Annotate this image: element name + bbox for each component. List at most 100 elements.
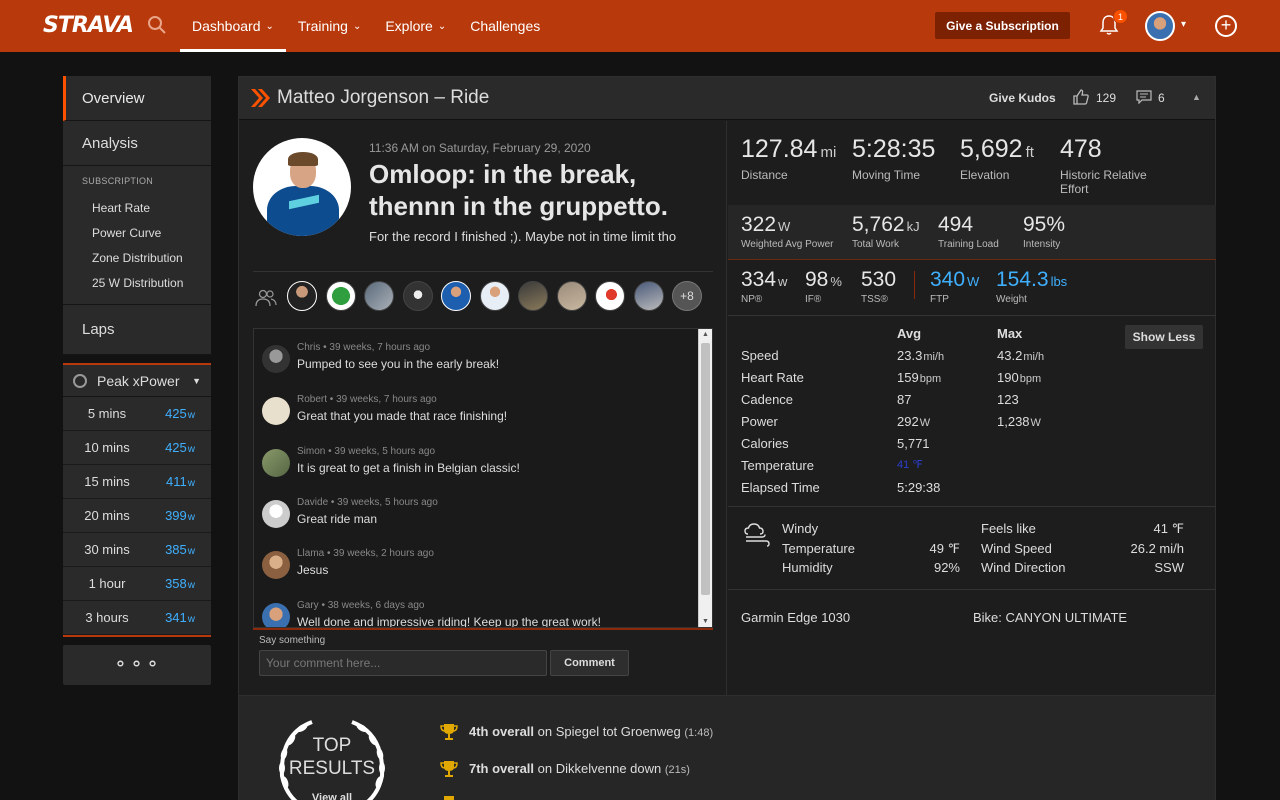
scroll-down-icon[interactable]: ▼ — [702, 618, 709, 625]
sidebar-item-analysis[interactable]: Analysis — [63, 121, 211, 166]
athlete-avatar[interactable] — [253, 138, 351, 236]
commenter-avatar[interactable] — [262, 449, 290, 477]
chevron-down-icon: ⌄ — [352, 20, 362, 32]
stat-relative-effort[interactable]: 478 Historic Relative Effort — [1060, 135, 1170, 196]
commenter-avatar[interactable] — [262, 397, 290, 425]
comment-item: Davide • 39 weeks, 5 hours ago Great rid… — [262, 494, 692, 534]
table-row: Power 292W 1,238W — [741, 414, 1041, 429]
notification-badge: 1 — [1113, 9, 1128, 24]
comments-list[interactable]: Chris • 39 weeks, 7 hours ago Pumped to … — [253, 328, 713, 628]
activity-panel: Matteo Jorgenson – Ride Give Kudos 129 6… — [238, 76, 1216, 800]
sidebar-item-laps[interactable]: Laps — [63, 305, 211, 355]
comment-button[interactable]: Comment — [550, 650, 629, 676]
bike-name[interactable]: Bike: CANYON ULTIMATE — [973, 610, 1127, 625]
table-row: Speed 23.3mi/h 43.2mi/h — [741, 348, 1045, 363]
peak-row: 30 mins 385w — [63, 533, 211, 567]
rider-avatar[interactable] — [633, 281, 664, 311]
rider-avatar[interactable] — [287, 281, 317, 311]
sidebar-item-overview[interactable]: Overview — [63, 76, 211, 121]
commenter-avatar[interactable] — [262, 500, 290, 528]
plus-icon[interactable]: + — [1215, 15, 1237, 37]
show-less-button[interactable]: Show Less — [1125, 325, 1203, 349]
peak-row: 15 mins 411w — [63, 465, 211, 499]
peak-duration: 30 mins — [84, 542, 130, 557]
achievement-item[interactable]: 7th overall on Dikkelvenne down (21s) — [469, 761, 690, 776]
rider-avatar[interactable] — [518, 281, 548, 311]
weather-feels-like-value: 41 ℉ — [1153, 521, 1184, 536]
rider-avatar[interactable] — [441, 281, 471, 311]
comment-input[interactable] — [259, 650, 547, 676]
divider — [253, 628, 713, 630]
trophy-icon — [440, 761, 458, 777]
user-avatar[interactable] — [1145, 11, 1175, 41]
kudos-count[interactable]: 129 — [1096, 91, 1116, 105]
nav-training-label: Training — [297, 18, 348, 34]
rider-avatar[interactable] — [479, 281, 510, 311]
stat-np: 334 w NP® — [741, 268, 788, 305]
sidebar-item-25w-distribution[interactable]: 25 W Distribution — [63, 271, 211, 296]
comment-text: Great ride man — [297, 512, 378, 526]
sidebar-item-power-curve[interactable]: Power Curve — [63, 221, 211, 246]
view-all-link[interactable]: View all — [284, 792, 380, 800]
collapse-icon[interactable]: ▲ — [1192, 92, 1201, 102]
comment-meta: Chris • 39 weeks, 7 hours ago — [297, 342, 431, 353]
scroll-up-icon[interactable]: ▲ — [702, 331, 709, 338]
more-riders-button[interactable]: +8 — [672, 281, 702, 311]
nav-explore[interactable]: Explore ⌄ — [373, 0, 458, 52]
peak-duration: 1 hour — [88, 576, 126, 591]
comment-item: Robert • 39 weeks, 7 hours ago Great tha… — [262, 391, 692, 431]
commenter-avatar[interactable] — [262, 551, 290, 579]
table-row: Temperature 41 ℉ — [741, 458, 923, 473]
comment-text: It is great to get a finish in Belgian c… — [297, 461, 520, 475]
give-kudos-button[interactable]: Give Kudos — [989, 91, 1056, 105]
comment-count[interactable]: 6 — [1158, 91, 1165, 105]
comment-text: Well done and impressive riding! Keep up… — [297, 615, 601, 628]
comment-text: Jesus — [297, 563, 329, 577]
more-options-button[interactable]: ⚬⚬⚬ — [63, 645, 211, 685]
nav-challenges[interactable]: Challenges — [458, 0, 552, 52]
power-meter-icon — [73, 373, 87, 388]
peak-xpower-dropdown[interactable]: Peak xPower ▼ — [63, 365, 211, 397]
device-name: Garmin Edge 1030 — [741, 610, 851, 625]
commenter-avatar[interactable] — [262, 345, 290, 373]
rider-avatar[interactable] — [402, 281, 433, 311]
stat-weight: 154.3 lbs Weight — [996, 268, 1068, 305]
chevron-down-icon: ⌄ — [437, 20, 447, 32]
scrollbar-thumb[interactable] — [701, 343, 710, 595]
comment-meta: Gary • 38 weeks, 6 days ago — [297, 600, 425, 611]
peak-value: 358w — [165, 576, 195, 591]
rider-avatar[interactable] — [364, 281, 394, 311]
weather-wind-speed-label: Wind Speed — [981, 541, 1052, 556]
achievement-item[interactable]: 4th overall on Spiegel tot Groenweg (1:4… — [469, 724, 713, 739]
comment-icon[interactable] — [1136, 90, 1152, 104]
peak-value: 425w — [165, 440, 195, 455]
divider — [914, 271, 915, 299]
rider-avatar[interactable] — [556, 281, 587, 311]
nav-training[interactable]: Training ⌄ — [286, 0, 373, 52]
weather-humidity-label: Humidity — [782, 560, 833, 575]
comment-item: Simon • 39 weeks, 5 hours ago It is grea… — [262, 443, 692, 483]
stat-elevation: 5,692 ft Elevation — [960, 135, 1034, 182]
nav-dashboard-label: Dashboard — [192, 18, 261, 34]
stat-weighted-avg-power: 322 W Weighted Avg Power — [741, 213, 834, 250]
rider-avatar[interactable] — [325, 281, 356, 311]
max-header: Max — [997, 326, 1023, 341]
peak-value: 411w — [166, 474, 195, 489]
rider-avatar[interactable] — [595, 281, 625, 311]
subscription-section: SUBSCRIPTION Heart Rate Power Curve Zone… — [63, 166, 211, 305]
nav-dashboard[interactable]: Dashboard ⌄ — [180, 0, 286, 52]
strava-logo[interactable]: STRAVA — [43, 13, 134, 38]
weather-feels-like-label: Feels like — [981, 521, 1036, 536]
weather-humidity-value: 92% — [933, 560, 960, 575]
sidebar-item-heart-rate[interactable]: Heart Rate — [63, 196, 211, 221]
stat-total-work: 5,762 kJ Total Work — [852, 213, 920, 250]
search-icon[interactable] — [147, 15, 167, 35]
sidebar-item-zone-distribution[interactable]: Zone Distribution — [63, 246, 211, 271]
thumbs-up-icon[interactable] — [1072, 88, 1090, 106]
give-subscription-button[interactable]: Give a Subscription — [935, 12, 1070, 39]
comments-scrollbar[interactable]: ▲ ▼ — [698, 329, 712, 627]
stat-distance: 127.84 mi Distance — [741, 135, 837, 182]
commenter-avatar[interactable] — [262, 603, 290, 627]
chevron-down-icon[interactable]: ▾ — [1181, 19, 1186, 30]
divider — [253, 271, 713, 272]
